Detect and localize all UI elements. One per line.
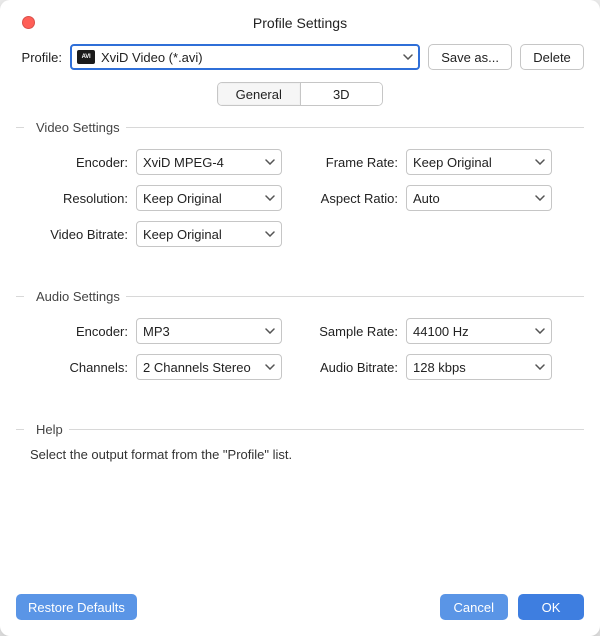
titlebar: Profile Settings: [16, 10, 584, 36]
profile-select-value: XviD Video (*.avi): [101, 50, 397, 65]
aspect-ratio-select[interactable]: Auto: [406, 185, 552, 211]
video-settings-title: Video Settings: [36, 120, 126, 135]
chevron-down-icon: [403, 54, 413, 60]
profile-row: Profile: AVI XviD Video (*.avi) Save as.…: [16, 44, 584, 70]
aspect-ratio-label: Aspect Ratio:: [296, 191, 406, 206]
video-bitrate-select[interactable]: Keep Original: [136, 221, 282, 247]
avi-format-icon: AVI: [77, 50, 95, 64]
chevron-down-icon: [265, 364, 275, 370]
channels-select[interactable]: 2 Channels Stereo: [136, 354, 282, 380]
chevron-down-icon: [535, 159, 545, 165]
save-as-label: Save as...: [441, 50, 499, 65]
audio-bitrate-select[interactable]: 128 kbps: [406, 354, 552, 380]
tab-group: General 3D: [217, 82, 383, 106]
save-as-button[interactable]: Save as...: [428, 44, 512, 70]
dialog-footer: Restore Defaults Cancel OK: [16, 582, 584, 620]
chevron-down-icon: [265, 231, 275, 237]
help-text: Select the output format from the "Profi…: [30, 447, 584, 462]
help-title: Help: [36, 422, 69, 437]
video-encoder-label: Encoder:: [16, 155, 136, 170]
frame-rate-select[interactable]: Keep Original: [406, 149, 552, 175]
chevron-down-icon: [265, 159, 275, 165]
sample-rate-label: Sample Rate:: [296, 324, 406, 339]
cancel-button[interactable]: Cancel: [440, 594, 508, 620]
chevron-down-icon: [265, 328, 275, 334]
close-icon[interactable]: [22, 16, 35, 29]
chevron-down-icon: [535, 364, 545, 370]
audio-encoder-select[interactable]: MP3: [136, 318, 282, 344]
video-encoder-select[interactable]: XviD MPEG-4: [136, 149, 282, 175]
profile-settings-window: Profile Settings Profile: AVI XviD Video…: [0, 0, 600, 636]
resolution-label: Resolution:: [16, 191, 136, 206]
profile-label: Profile:: [16, 50, 62, 65]
video-bitrate-label: Video Bitrate:: [16, 227, 136, 242]
video-settings-group: Video Settings Encoder: XviD MPEG-4 Fram…: [16, 120, 584, 283]
audio-encoder-label: Encoder:: [16, 324, 136, 339]
frame-rate-label: Frame Rate:: [296, 155, 406, 170]
chevron-down-icon: [265, 195, 275, 201]
audio-settings-group: Audio Settings Encoder: MP3 Sample Rate:…: [16, 289, 584, 416]
resolution-select[interactable]: Keep Original: [136, 185, 282, 211]
sample-rate-select[interactable]: 44100 Hz: [406, 318, 552, 344]
delete-button[interactable]: Delete: [520, 44, 584, 70]
restore-defaults-button[interactable]: Restore Defaults: [16, 594, 137, 620]
channels-label: Channels:: [16, 360, 136, 375]
chevron-down-icon: [535, 195, 545, 201]
profile-select[interactable]: AVI XviD Video (*.avi): [70, 44, 420, 70]
audio-settings-title: Audio Settings: [36, 289, 126, 304]
audio-bitrate-label: Audio Bitrate:: [296, 360, 406, 375]
help-group: Help Select the output format from the "…: [16, 422, 584, 462]
delete-label: Delete: [533, 50, 571, 65]
window-title: Profile Settings: [253, 15, 347, 31]
ok-button[interactable]: OK: [518, 594, 584, 620]
tab-general[interactable]: General: [218, 83, 301, 105]
chevron-down-icon: [535, 328, 545, 334]
tab-3d[interactable]: 3D: [301, 83, 383, 105]
